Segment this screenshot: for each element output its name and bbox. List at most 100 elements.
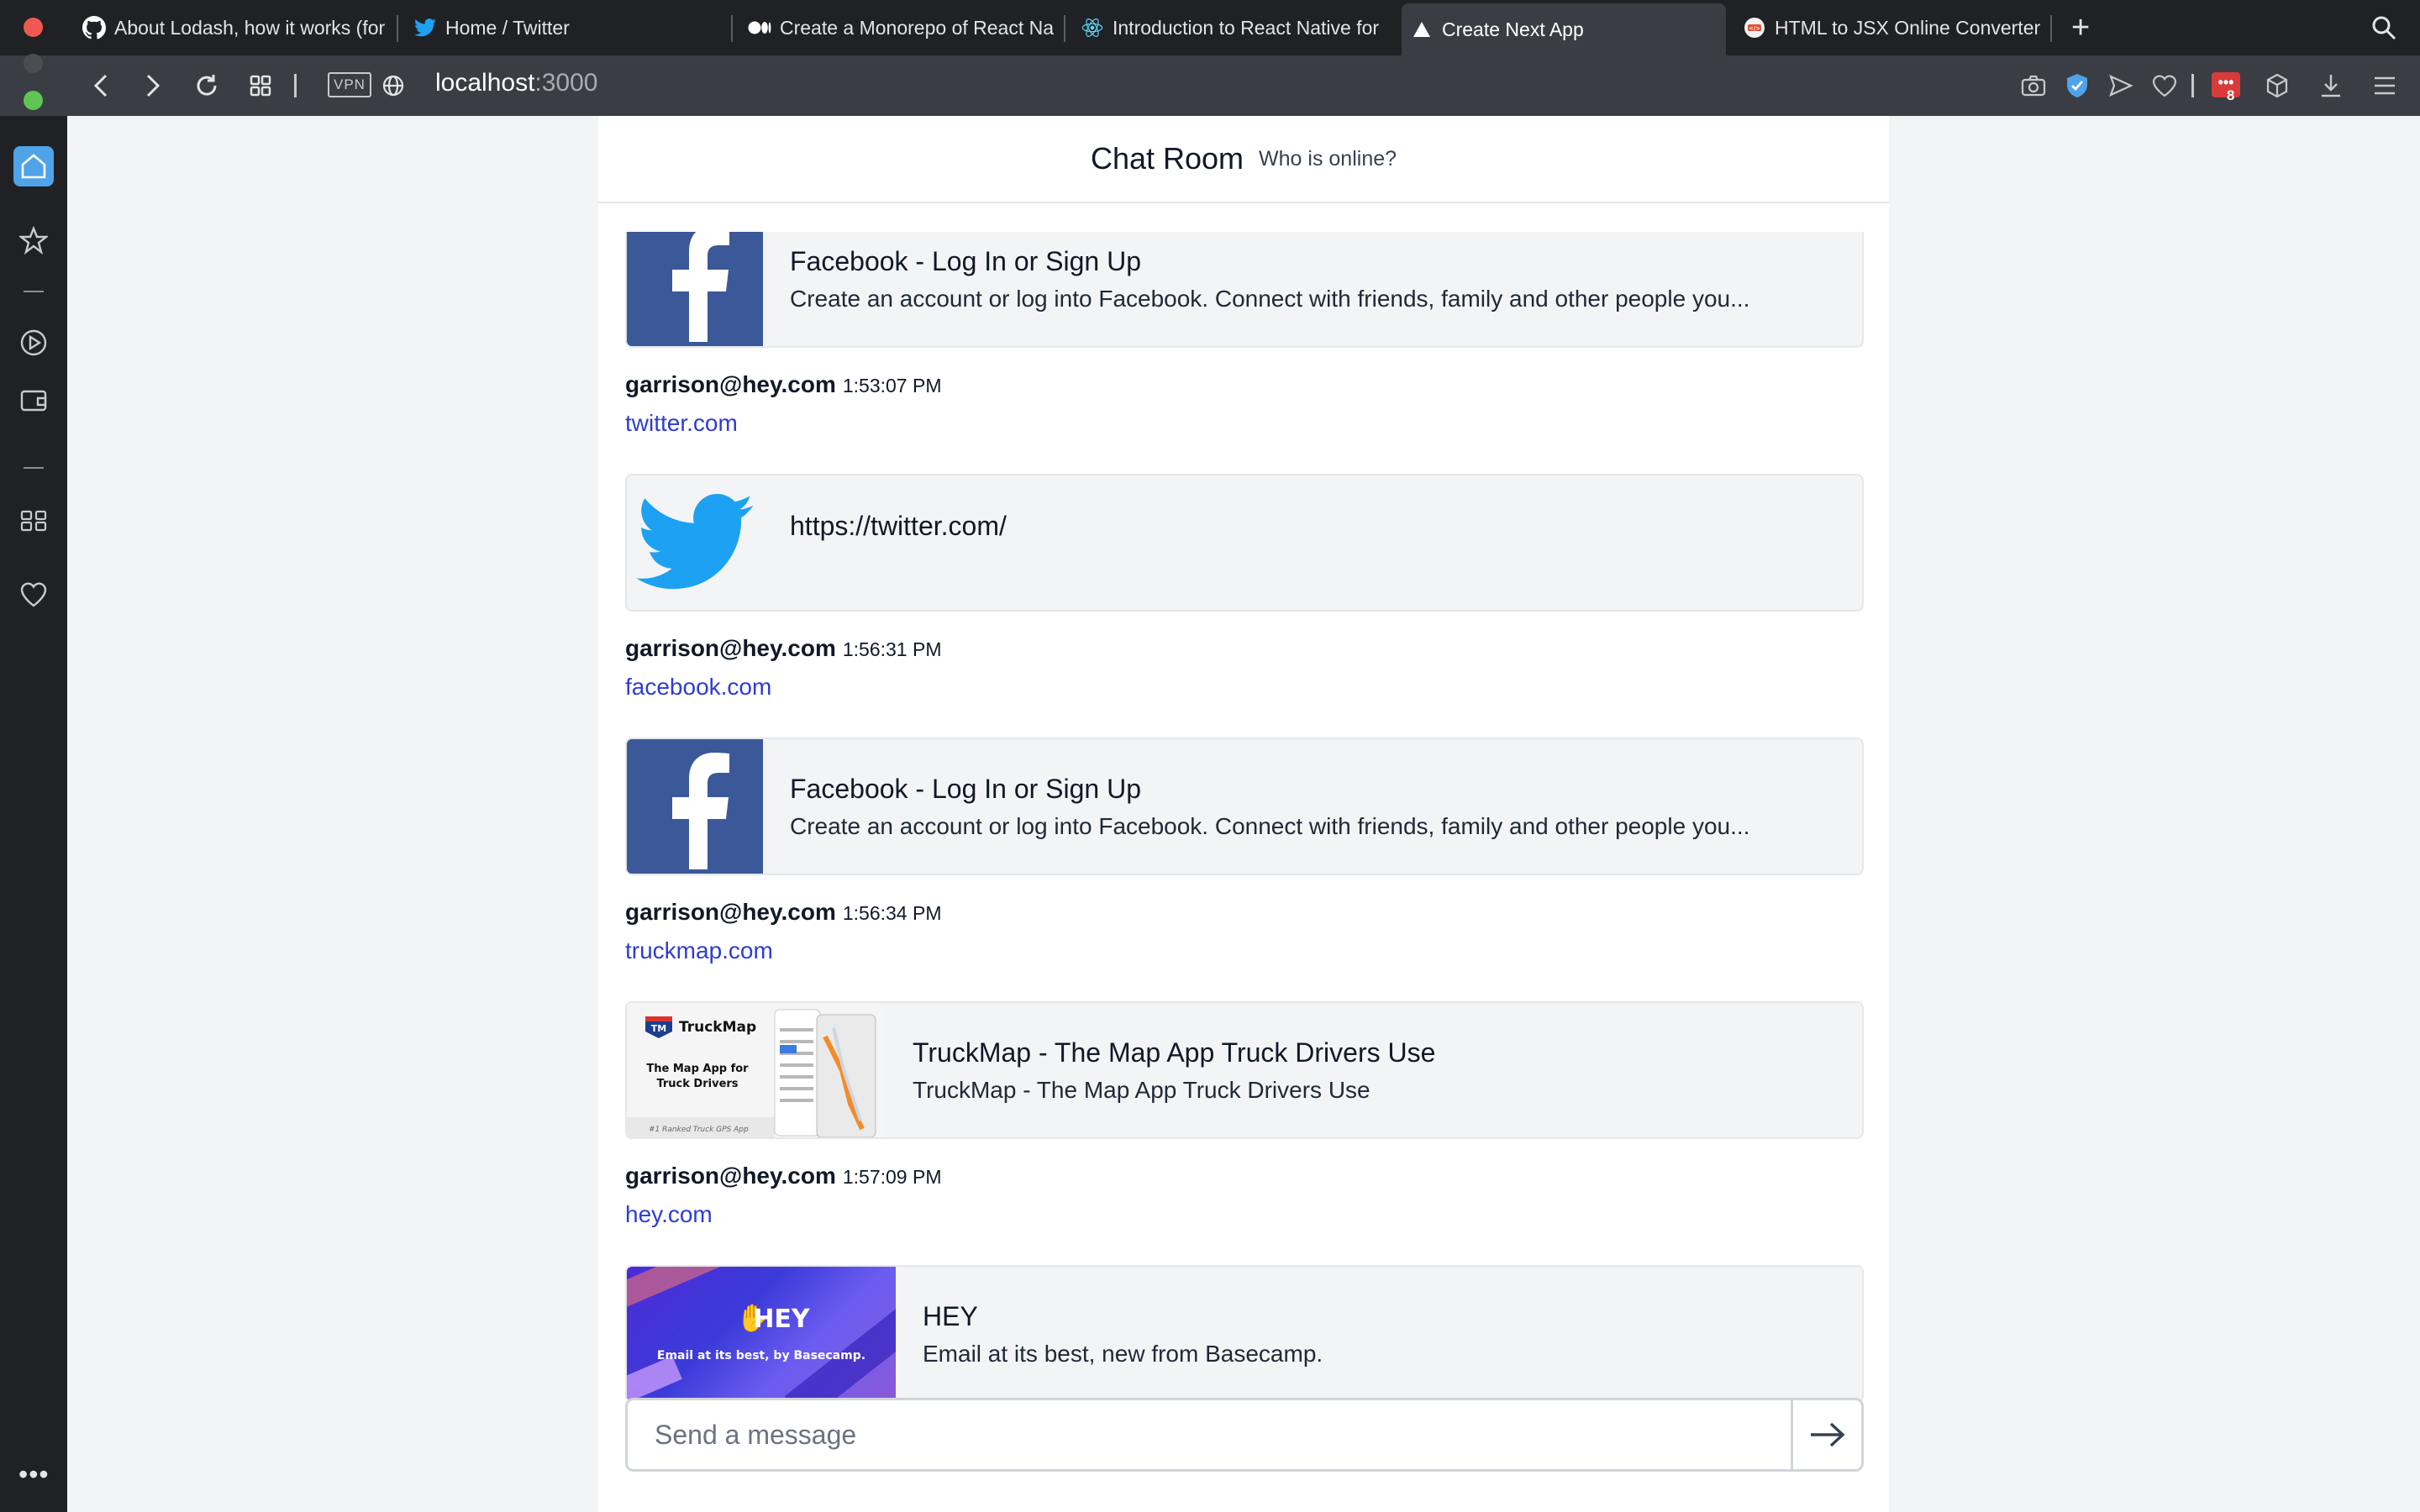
back-arrow-icon[interactable] xyxy=(86,71,116,101)
chat-header: Chat Room Who is online? xyxy=(598,116,1889,203)
link-preview-card[interactable]: TM TruckMap The Map App for Truck Driver… xyxy=(625,1001,1864,1139)
tab-grid-icon[interactable] xyxy=(245,71,276,101)
tab-create-next-app[interactable]: Create Next App xyxy=(1402,3,1726,55)
more-options-icon[interactable]: ••• xyxy=(18,1461,50,1488)
preview-title: https://twitter.com/ xyxy=(790,510,1007,541)
tab-label: Introduction to React Native for xyxy=(1113,16,1380,39)
message-timestamp: 1:57:09 PM xyxy=(842,1166,942,1188)
message-input[interactable] xyxy=(628,1400,1791,1469)
vpn-badge[interactable]: VPN xyxy=(328,72,371,97)
message-timestamp: 1:56:31 PM xyxy=(842,638,942,660)
shield-check-icon[interactable] xyxy=(2062,71,2092,101)
who-is-online-link[interactable]: Who is online? xyxy=(1259,147,1397,171)
url-field[interactable]: localhost:3000 xyxy=(435,69,597,97)
facebook-logo-icon xyxy=(627,739,763,874)
page-title: Chat Room xyxy=(1090,141,1244,176)
preview-description: Email at its best, new from Basecamp. xyxy=(923,1340,1323,1367)
tab-label: Home / Twitter xyxy=(445,16,570,39)
medium-icon xyxy=(748,16,771,39)
tab-search-icon[interactable] xyxy=(2371,15,2396,45)
preview-description: Create an account or log into Facebook. … xyxy=(790,285,1750,312)
tab-divider xyxy=(397,15,398,42)
browser-tab-bar: About Lodash, how it works (for Home / T… xyxy=(0,0,2420,55)
svg-text:The Map App for: The Map App for xyxy=(646,1063,749,1075)
extension-icon[interactable]: ••• xyxy=(2212,72,2240,97)
tab-label: Create a Monorepo of React Na xyxy=(780,16,1055,39)
tab-html-to-jsx[interactable]: </> HTML to JSX Online Converter xyxy=(1734,3,2049,52)
hey-brand: HEY xyxy=(753,1305,811,1334)
browser-sidebar: ••• xyxy=(0,116,67,1512)
preview-description: TruckMap - The Map App Truck Drivers Use xyxy=(913,1076,1370,1103)
wallet-icon[interactable] xyxy=(15,381,52,418)
camera-icon[interactable] xyxy=(2018,71,2049,101)
window-close-button[interactable] xyxy=(24,18,43,37)
twitter-logo-icon xyxy=(627,475,763,610)
extension-badge-count: 8 xyxy=(2227,87,2235,103)
preview-description: Create an account or log into Facebook. … xyxy=(790,812,1750,839)
preview-title: Facebook - Log In or Sign Up xyxy=(790,245,1142,276)
message-timestamp: 1:56:34 PM xyxy=(842,902,942,924)
tab-divider xyxy=(731,15,733,42)
home-icon[interactable] xyxy=(13,146,54,186)
message-link[interactable]: facebook.com xyxy=(625,674,1864,707)
message-link[interactable]: truckmap.com xyxy=(625,937,1864,971)
message-composer xyxy=(625,1398,1864,1472)
converter-icon: </> xyxy=(1743,16,1766,39)
web-page: Chat Room Who is online? Facebook - Log … xyxy=(67,116,2420,1512)
hey-tagline: Email at its best, by Basecamp. xyxy=(657,1349,865,1362)
message-header: garrison@hey.com 1:56:31 PM xyxy=(625,635,1864,672)
speed-dial-star-icon[interactable] xyxy=(15,222,52,259)
message-list[interactable]: Facebook - Log In or Sign Up Create an a… xyxy=(625,232,1864,1467)
tab-label: Create Next App xyxy=(1442,18,1584,40)
tab-label: HTML to JSX Online Converter xyxy=(1775,16,2041,39)
sidebar-divider xyxy=(24,291,44,292)
toolbar-divider xyxy=(2191,74,2194,97)
window-zoom-button[interactable] xyxy=(24,91,43,110)
tab-monorepo[interactable]: Create a Monorepo of React Na xyxy=(739,3,1059,52)
message-link[interactable]: hey.com xyxy=(625,1201,1864,1235)
github-icon xyxy=(82,16,106,39)
truckmap-brand: TruckMap xyxy=(679,1019,756,1036)
chat-room-panel: Chat Room Who is online? Facebook - Log … xyxy=(598,116,1889,1512)
send-arrow-icon[interactable] xyxy=(2106,71,2136,101)
tab-lodash[interactable]: About Lodash, how it works (for xyxy=(74,3,387,52)
tab-divider xyxy=(2050,15,2052,42)
message-timestamp: 1:53:07 PM xyxy=(842,375,942,396)
tab-twitter[interactable]: Home / Twitter xyxy=(405,3,728,52)
tab-react-native[interactable]: Introduction to React Native for xyxy=(1072,3,1392,52)
message-author: garrison@hey.com xyxy=(625,371,836,397)
message-link[interactable]: twitter.com xyxy=(625,410,1864,444)
new-tab-plus-icon[interactable]: + xyxy=(2071,12,2090,44)
message-header: garrison@hey.com 1:53:07 PM xyxy=(625,371,1864,408)
globe-icon[interactable] xyxy=(378,71,408,101)
svg-text:</>: </> xyxy=(1749,25,1760,32)
cube-icon[interactable] xyxy=(2262,71,2292,101)
forward-arrow-icon[interactable] xyxy=(138,71,168,101)
link-preview-card[interactable]: ✋ HEY Email at its best, by Basecamp. HE… xyxy=(625,1265,1864,1403)
link-preview-card[interactable]: Facebook - Log In or Sign Up Create an a… xyxy=(625,232,1864,348)
workspaces-grid-icon[interactable] xyxy=(15,502,52,539)
heart-icon[interactable] xyxy=(2149,71,2180,101)
twitter-icon xyxy=(413,16,437,39)
send-button[interactable] xyxy=(1791,1400,1861,1469)
sidebar-divider xyxy=(24,467,44,469)
link-preview-card[interactable]: Facebook - Log In or Sign Up Create an a… xyxy=(625,738,1864,875)
download-icon[interactable] xyxy=(2316,71,2346,101)
url-port: :3000 xyxy=(534,69,598,97)
player-icon[interactable] xyxy=(15,324,52,361)
easy-setup-menu-icon[interactable] xyxy=(2370,71,2400,101)
reload-icon[interactable] xyxy=(192,71,222,101)
facebook-logo-icon xyxy=(627,232,763,346)
window-minimize-button[interactable] xyxy=(24,54,43,73)
message-header: garrison@hey.com 1:56:34 PM xyxy=(625,899,1864,936)
link-preview-card[interactable]: https://twitter.com/ xyxy=(625,474,1864,612)
my-flow-heart-icon[interactable] xyxy=(15,576,52,613)
preview-title: HEY xyxy=(923,1300,978,1331)
svg-text:Truck Drivers: Truck Drivers xyxy=(656,1078,738,1090)
preview-title: TruckMap - The Map App Truck Drivers Use xyxy=(913,1037,1436,1068)
preview-title: Facebook - Log In or Sign Up xyxy=(790,773,1142,804)
message-header: garrison@hey.com 1:57:09 PM xyxy=(625,1163,1864,1200)
url-host: localhost xyxy=(435,69,535,97)
truckmap-thumbnail: TM TruckMap The Map App for Truck Driver… xyxy=(627,1003,884,1137)
truckmap-footer: #1 Ranked Truck GPS App xyxy=(649,1126,749,1134)
